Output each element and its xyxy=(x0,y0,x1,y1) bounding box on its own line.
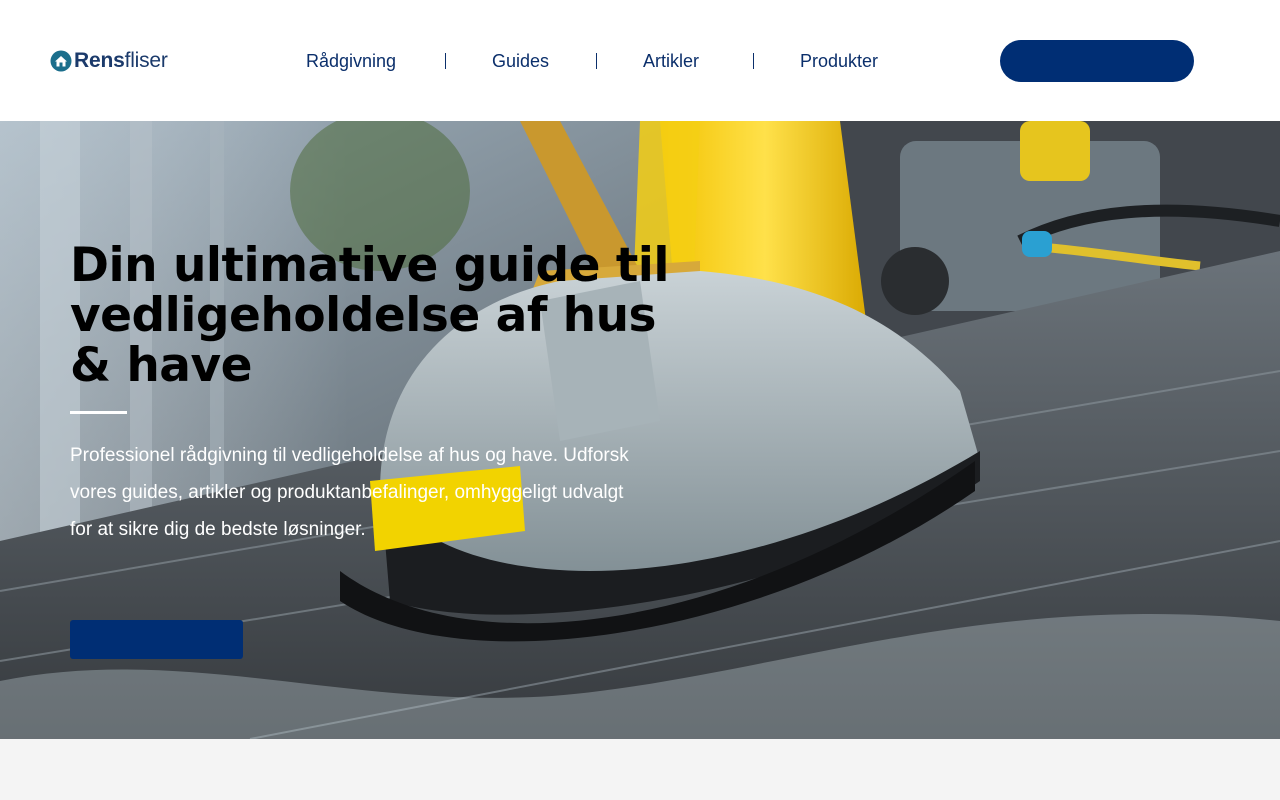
site-header: Rensfliser Rådgivning Guides Artikler Pr… xyxy=(0,0,1280,121)
hero-divider xyxy=(70,411,127,414)
nav-item-produkter[interactable]: Produkter xyxy=(800,49,878,73)
nav-item-artikler[interactable]: Artikler xyxy=(643,49,699,73)
nav-divider xyxy=(753,53,754,69)
hero-title: Din ultimative guide til vedligeholdelse… xyxy=(70,238,670,393)
nav-divider xyxy=(596,53,597,69)
content-section xyxy=(0,739,1280,800)
hero-description: Professionel rådgivning til vedligeholde… xyxy=(70,445,629,540)
nav-divider xyxy=(445,53,446,69)
hero-cta-button[interactable] xyxy=(70,620,243,659)
header-cta-button[interactable] xyxy=(1000,40,1194,82)
nav-item-guides[interactable]: Guides xyxy=(492,49,549,73)
hero-section: Din ultimative guide til vedligeholdelse… xyxy=(0,121,1280,739)
nav-item-radgivning[interactable]: Rådgivning xyxy=(306,49,396,73)
